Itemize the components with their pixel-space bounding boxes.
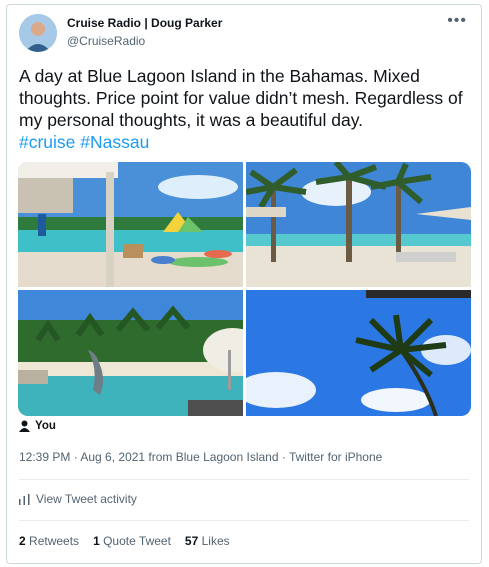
divider bbox=[19, 479, 469, 480]
tweet-timestamp[interactable]: 12:39 PM · Aug 6, 2021 from Blue Lagoon … bbox=[19, 450, 382, 464]
quotes-count: 1 bbox=[93, 534, 100, 548]
hashtag-nassau[interactable]: #Nassau bbox=[80, 132, 149, 152]
analytics-icon bbox=[19, 493, 30, 505]
quote-tweets-stat[interactable]: 1 Quote Tweet bbox=[93, 534, 171, 548]
quotes-label: Quote Tweet bbox=[103, 534, 171, 548]
tweet-body: A day at Blue Lagoon Island in the Baham… bbox=[19, 66, 463, 130]
engagement-stats: 2 Retweets 1 Quote Tweet 57 Likes bbox=[19, 534, 230, 548]
tweet-card: Cruise Radio | Doug Parker @CruiseRadio … bbox=[6, 4, 482, 564]
likes-stat[interactable]: 57 Likes bbox=[185, 534, 230, 548]
person-icon bbox=[19, 420, 30, 432]
retweets-count: 2 bbox=[19, 534, 26, 548]
likes-label: Likes bbox=[201, 534, 230, 548]
tagged-people[interactable]: You bbox=[19, 420, 56, 432]
author-name[interactable]: Cruise Radio | Doug Parker bbox=[67, 16, 222, 30]
tagged-label: You bbox=[35, 420, 56, 432]
media-grid bbox=[18, 162, 471, 416]
hashtag-cruise[interactable]: #cruise bbox=[19, 132, 75, 152]
retweets-stat[interactable]: 2 Retweets bbox=[19, 534, 79, 548]
activity-label: View Tweet activity bbox=[36, 492, 137, 506]
author-handle[interactable]: @CruiseRadio bbox=[67, 34, 145, 48]
photo-palm-sky[interactable] bbox=[246, 290, 471, 416]
photo-dolphin-lagoon[interactable] bbox=[18, 290, 243, 416]
photo-palm-beach-cabanas[interactable] bbox=[246, 162, 471, 287]
photo-beach-waterpark[interactable] bbox=[18, 162, 243, 287]
tweet-text: A day at Blue Lagoon Island in the Baham… bbox=[19, 65, 475, 153]
view-tweet-activity[interactable]: View Tweet activity bbox=[19, 492, 137, 506]
divider bbox=[19, 520, 469, 521]
more-options-icon[interactable]: ••• bbox=[447, 12, 467, 30]
likes-count: 57 bbox=[184, 534, 199, 548]
avatar[interactable] bbox=[19, 14, 57, 52]
retweets-label: Retweets bbox=[29, 534, 80, 548]
